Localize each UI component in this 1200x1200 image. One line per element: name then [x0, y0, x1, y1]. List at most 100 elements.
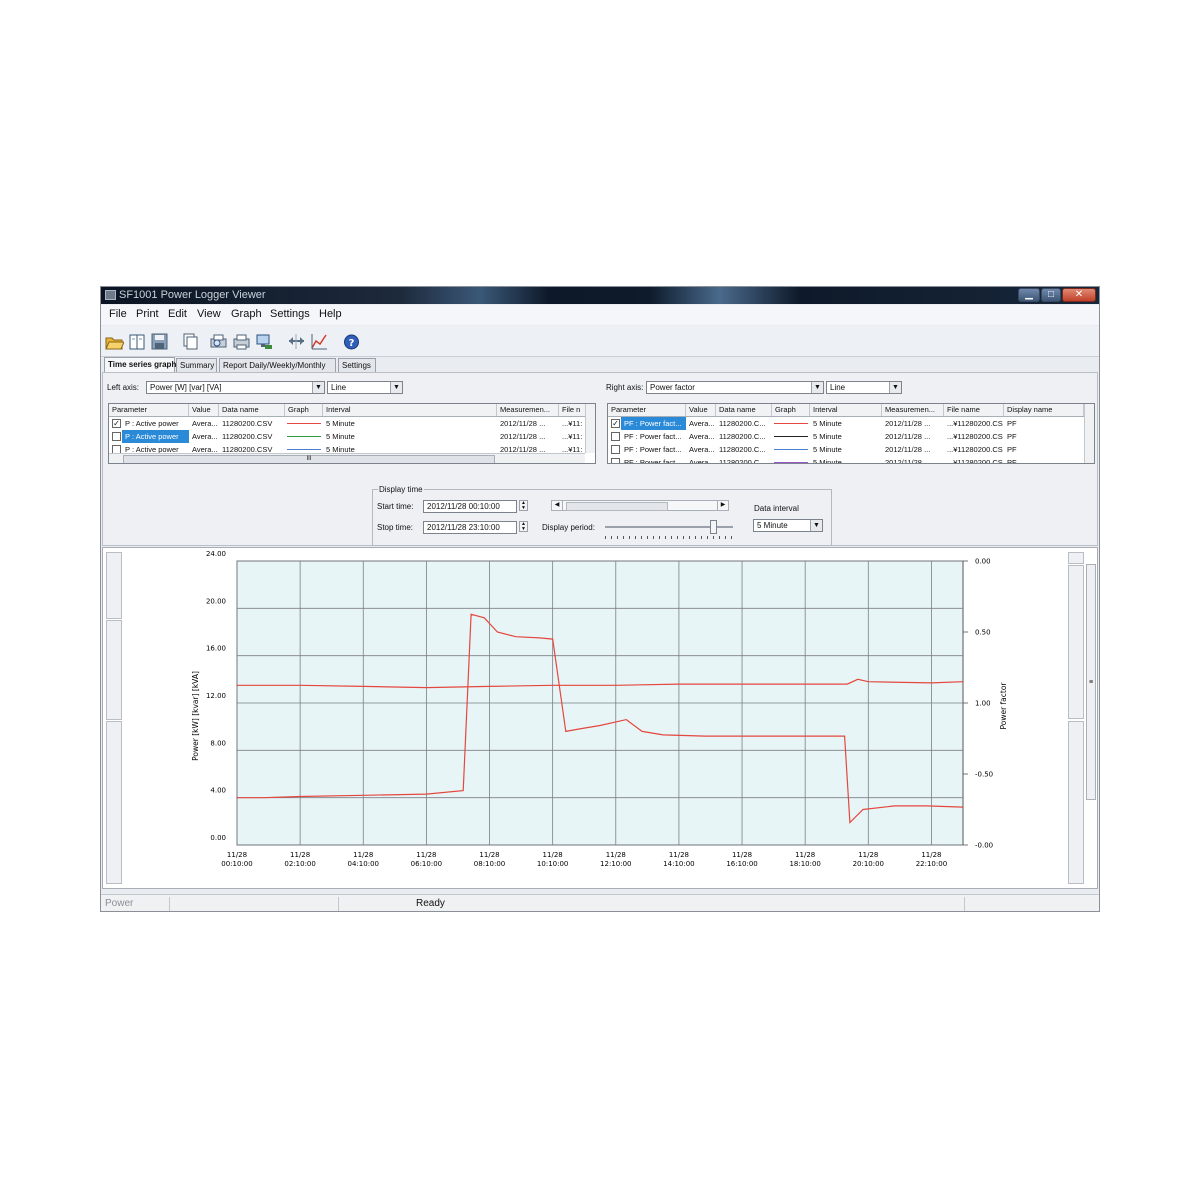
- table-cell: 2012/11/28 ...: [885, 445, 931, 454]
- x-tick-date: 11/28: [606, 851, 626, 859]
- column-header[interactable]: Value: [189, 404, 219, 416]
- title-bar[interactable]: SF1001 Power Logger Viewer ▁ □ ✕: [101, 287, 1099, 304]
- right-axis-label: Right axis:: [606, 383, 644, 392]
- row-checkbox[interactable]: ✓: [112, 419, 121, 428]
- graph-color-swatch[interactable]: [774, 462, 808, 463]
- print-preview-icon[interactable]: [209, 332, 228, 351]
- graph-color-swatch[interactable]: [287, 449, 321, 450]
- stop-time-spinner[interactable]: ▲ ▼: [519, 521, 528, 532]
- table-cell: P : Active power: [122, 430, 189, 443]
- left-table-vscroll[interactable]: [585, 404, 595, 453]
- zoom-y-icon[interactable]: [310, 332, 329, 351]
- save-icon[interactable]: [150, 332, 169, 351]
- row-checkbox[interactable]: [112, 432, 121, 441]
- graph-color-swatch[interactable]: [774, 423, 808, 424]
- x-tick-date: 11/28: [795, 851, 815, 859]
- close-icon: ✕: [1074, 289, 1084, 300]
- column-header[interactable]: Graph: [285, 404, 323, 416]
- graph-color-swatch[interactable]: [287, 423, 321, 424]
- menu-view[interactable]: View: [197, 308, 221, 320]
- right-axis-value: Power factor: [650, 383, 695, 392]
- column-header[interactable]: Interval: [810, 404, 882, 416]
- book-icon[interactable]: [128, 332, 147, 351]
- hscroll-thumb[interactable]: III: [123, 455, 495, 463]
- table-row[interactable]: PF : Power fact... Avera... 11280200.C... 5…: [608, 443, 1094, 456]
- data-interval-label: Data interval: [754, 504, 799, 513]
- menu-print[interactable]: Print: [136, 308, 159, 320]
- table-cell: PF: [1007, 419, 1017, 428]
- column-header[interactable]: Data name: [219, 404, 285, 416]
- menu-file[interactable]: File: [109, 308, 127, 320]
- stop-time-input[interactable]: 2012/11/28 23:10:00: [423, 521, 517, 534]
- column-header[interactable]: Measuremen...: [882, 404, 944, 416]
- table-cell: Avera...: [689, 419, 715, 428]
- table-cell: PF: [1007, 458, 1017, 464]
- column-header[interactable]: Measuremen...: [497, 404, 559, 416]
- menu-settings[interactable]: Settings: [270, 308, 310, 320]
- menu-edit[interactable]: Edit: [168, 308, 187, 320]
- left-axis-label: Left axis:: [107, 383, 140, 392]
- column-header[interactable]: Display name: [1004, 404, 1084, 416]
- x-tick-time: 22:10:00: [916, 860, 947, 868]
- tab-time-series-graph[interactable]: Time series graph: [104, 357, 176, 373]
- start-time-spinner[interactable]: ▲ ▼: [519, 500, 528, 511]
- zoom-x-icon[interactable]: [287, 332, 306, 351]
- table-row[interactable]: PF : Power fact... Avera... 11280200.C... 5…: [608, 456, 1094, 464]
- table-row[interactable]: ✓ PF : Power fact... Avera... 11280200.C...…: [608, 417, 1094, 430]
- graph-color-swatch[interactable]: [774, 449, 808, 450]
- column-header[interactable]: Value: [686, 404, 716, 416]
- export-icon[interactable]: [255, 332, 274, 351]
- column-header[interactable]: Parameter: [109, 404, 189, 416]
- row-checkbox[interactable]: [611, 432, 620, 441]
- scroll-right-icon[interactable]: ▶: [717, 501, 728, 510]
- help-icon[interactable]: ?: [342, 332, 361, 351]
- time-scroll-thumb[interactable]: [566, 502, 668, 511]
- print-icon[interactable]: [232, 332, 251, 351]
- y2-tick-label: -0.50: [975, 771, 993, 779]
- left-table-hscroll[interactable]: III: [109, 453, 585, 463]
- tab-settings[interactable]: Settings: [338, 358, 376, 372]
- y2-tick-label: 1.00: [975, 700, 991, 708]
- graph-color-swatch[interactable]: [774, 436, 808, 437]
- table-cell: 5 Minute: [813, 419, 842, 428]
- minimize-button[interactable]: ▁: [1018, 288, 1040, 302]
- table-row[interactable]: ✓ P : Active power Avera... 11280200.CSV 5 M…: [109, 417, 595, 430]
- close-button[interactable]: ✕: [1062, 288, 1096, 302]
- left-type-select[interactable]: Line ▼: [327, 381, 403, 394]
- menu-help[interactable]: Help: [319, 308, 342, 320]
- data-interval-select[interactable]: 5 Minute ▼: [753, 519, 823, 532]
- open-folder-icon[interactable]: [105, 332, 125, 351]
- display-time-legend: Display time: [378, 485, 424, 494]
- spin-down-icon: ▼: [521, 526, 526, 532]
- x-tick-date: 11/28: [921, 851, 941, 859]
- graph-color-swatch[interactable]: [287, 436, 321, 437]
- row-checkbox[interactable]: [611, 445, 620, 454]
- right-type-select[interactable]: Line ▼: [826, 381, 902, 394]
- column-header[interactable]: Graph: [772, 404, 810, 416]
- column-header[interactable]: Interval: [323, 404, 497, 416]
- maximize-button[interactable]: □: [1041, 288, 1061, 302]
- menu-graph[interactable]: Graph: [231, 308, 262, 320]
- right-parameter-table: Parameter Value Data name Graph Interval…: [607, 403, 1095, 464]
- column-header[interactable]: File name: [944, 404, 1004, 416]
- right-axis-select[interactable]: Power factor ▼: [646, 381, 824, 394]
- column-header[interactable]: File n: [559, 404, 587, 416]
- tab-report[interactable]: Report Daily/Weekly/Monthly: [219, 358, 336, 372]
- copy-icon[interactable]: [181, 332, 200, 351]
- table-row[interactable]: PF : Power fact... Avera... 11280200.C... 5…: [608, 430, 1094, 443]
- display-period-thumb[interactable]: [710, 520, 717, 534]
- scroll-left-icon[interactable]: ◀: [552, 501, 563, 510]
- left-axis-select[interactable]: Power [W] [var] [VA] ▼: [146, 381, 325, 394]
- row-checkbox[interactable]: [611, 458, 620, 463]
- row-checkbox[interactable]: ✓: [611, 419, 620, 428]
- right-table-vscroll[interactable]: [1084, 404, 1094, 463]
- table-cell: 5 Minute: [813, 432, 842, 441]
- x-tick-date: 11/28: [479, 851, 499, 859]
- start-time-input[interactable]: 2012/11/28 00:10:00: [423, 500, 517, 513]
- tab-summary[interactable]: Summary: [176, 358, 217, 372]
- x-tick-date: 11/28: [543, 851, 563, 859]
- table-row[interactable]: P : Active powerAvera... 11280200.CSV 5 Mi…: [109, 430, 595, 443]
- column-header[interactable]: Parameter: [608, 404, 686, 416]
- column-header[interactable]: Data name: [716, 404, 772, 416]
- time-scrollbar[interactable]: ◀ ▶: [551, 500, 729, 511]
